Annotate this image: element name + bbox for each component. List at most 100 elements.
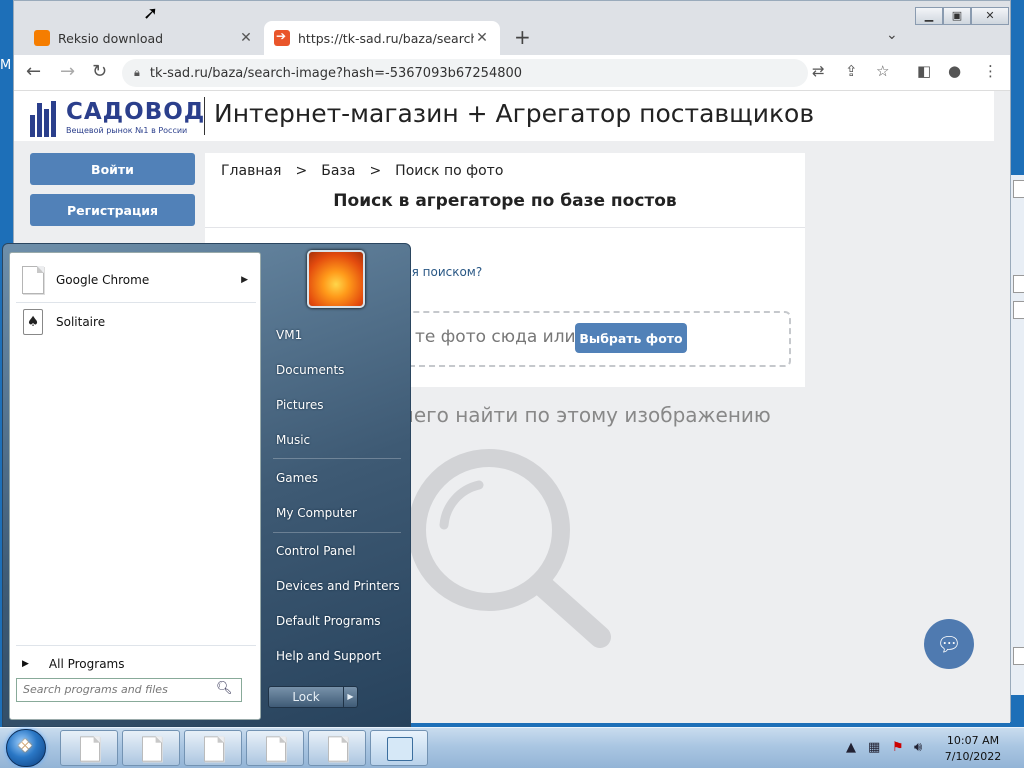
taskbar-button-active[interactable]: [370, 730, 428, 766]
header-divider: [204, 97, 205, 135]
app-window-icon: [387, 737, 413, 761]
breadcrumb-home[interactable]: Главная: [221, 163, 281, 179]
taskbar-clock[interactable]: 10:07 AM 7/10/2022: [938, 733, 1008, 765]
submenu-arrow-icon: ▶: [241, 275, 248, 285]
document-icon: [204, 736, 224, 762]
start-right-documents[interactable]: Documents: [276, 363, 406, 377]
choose-photo-button[interactable]: Выбрать фото: [575, 323, 687, 353]
triangle-right-icon: ▶: [22, 659, 29, 669]
tab-title: Reksio download: [58, 30, 164, 46]
tab-title: https://tk-sad.ru/baza/search-im: [298, 30, 474, 46]
start-right-control-panel[interactable]: Control Panel: [276, 544, 406, 558]
register-button[interactable]: Регистрация: [30, 194, 195, 226]
start-item-solitaire[interactable]: ♠ Solitaire: [14, 303, 258, 341]
lock-icon[interactable]: 🔒︎: [134, 66, 140, 80]
background-window-edge: [1010, 175, 1024, 695]
document-icon: [22, 266, 44, 294]
start-right-my-computer[interactable]: My Computer: [276, 506, 406, 520]
start-right-vm1[interactable]: VM1: [276, 328, 406, 342]
taskbar-button[interactable]: [122, 730, 180, 766]
login-button[interactable]: Войти: [30, 153, 195, 185]
search-icon[interactable]: 🔍︎: [216, 681, 233, 696]
lock-button[interactable]: Lock: [268, 686, 344, 708]
translate-icon[interactable]: ⇄: [812, 62, 825, 80]
mouse-cursor-icon: ➚: [143, 3, 159, 24]
close-window-button[interactable]: ✕: [971, 7, 1009, 25]
close-tab-icon[interactable]: ✕: [238, 30, 254, 46]
site-logo[interactable]: САДОВОД Вещевой рынок №1 в России: [30, 97, 204, 137]
menu-kebab-icon[interactable]: ⋮: [983, 62, 998, 80]
taskbar-button[interactable]: [60, 730, 118, 766]
minimize-button[interactable]: ▁: [915, 7, 943, 25]
tab-strip: Reksio download ✕ https://tk-sad.ru/baza…: [14, 1, 1010, 55]
start-right-default-programs[interactable]: Default Programs: [276, 614, 406, 628]
address-bar[interactable]: 🔒︎ tk-sad.ru/baza/search-image?hash=-536…: [122, 59, 808, 87]
breadcrumb-base[interactable]: База: [321, 163, 355, 179]
background-window-cell: [1013, 275, 1024, 293]
all-programs-button[interactable]: ▶ All Programs: [14, 651, 258, 677]
volume-icon[interactable]: 🔊︎: [914, 740, 922, 755]
chevron-down-icon[interactable]: ⌄: [886, 27, 898, 43]
breadcrumb-separator: >: [295, 163, 308, 179]
start-menu-programs-pane: Google Chrome ▶ ♠ Solitaire ▶ All Progra…: [9, 252, 261, 720]
document-icon: [266, 736, 286, 762]
document-icon: [142, 736, 162, 762]
bookmark-star-icon[interactable]: ☆: [876, 62, 889, 80]
user-picture-avatar[interactable]: [307, 250, 365, 308]
page-title: Поиск в агрегаторе по базе постов: [333, 191, 677, 211]
arrow-favicon-icon: [274, 29, 290, 46]
magnifier-icon: [408, 449, 611, 648]
new-tab-icon[interactable]: +: [514, 25, 531, 49]
dropzone-text: те фото сюда или: [415, 327, 576, 347]
start-menu: Google Chrome ▶ ♠ Solitaire ▶ All Progra…: [2, 243, 411, 727]
forward-icon[interactable]: →: [60, 61, 75, 82]
all-programs-label: All Programs: [48, 657, 125, 671]
site-headline: Интернет-магазин + Агрегатор поставщиков: [214, 99, 815, 128]
tray-overflow-icon[interactable]: ▲: [846, 740, 856, 755]
no-results-text: чего найти по этому изображению: [402, 403, 771, 427]
network-icon[interactable]: ▦: [868, 740, 880, 755]
logo-tagline: Вещевой рынок №1 в России: [66, 126, 188, 135]
site-header: САДОВОД Вещевой рынок №1 в России Интерн…: [14, 91, 994, 141]
share-icon[interactable]: ⇪: [845, 62, 858, 80]
breadcrumb: Главная > База > Поиск по фото: [221, 163, 503, 179]
start-menu-divider: [16, 645, 256, 646]
desktop-edge-text: M: [0, 58, 12, 73]
logo-bars-icon: [30, 101, 62, 137]
start-right-games[interactable]: Games: [276, 471, 406, 485]
start-right-music[interactable]: Music: [276, 433, 406, 447]
tab-search-image[interactable]: https://tk-sad.ru/baza/search-im ✕: [264, 21, 500, 55]
taskbar-button[interactable]: [308, 730, 366, 766]
breadcrumb-current: Поиск по фото: [395, 163, 504, 179]
clock-time: 10:07 AM: [946, 734, 1000, 747]
breadcrumb-separator: >: [369, 163, 382, 179]
start-item-label: Google Chrome: [56, 273, 150, 287]
card-divider: [205, 227, 805, 228]
clock-date: 7/10/2022: [944, 750, 1002, 763]
help-link[interactable]: ся поиском?: [405, 265, 482, 279]
background-window-cell: [1013, 647, 1024, 665]
back-icon[interactable]: ←: [26, 61, 41, 82]
chat-bubble-icon[interactable]: 💬︎: [924, 619, 974, 669]
taskbar-button[interactable]: [184, 730, 242, 766]
start-right-help-support[interactable]: Help and Support: [276, 649, 406, 663]
start-item-label: Solitaire: [56, 315, 106, 329]
document-icon: [328, 736, 348, 762]
start-right-divider: [273, 532, 401, 533]
logo-name: САДОВОД: [66, 99, 206, 125]
side-panel-icon[interactable]: ◧: [917, 62, 931, 80]
start-search-input[interactable]: Search programs and files: [16, 678, 242, 702]
close-tab-icon[interactable]: ✕: [474, 30, 490, 46]
action-center-icon[interactable]: ⚑: [892, 740, 904, 755]
taskbar-button[interactable]: [246, 730, 304, 766]
profile-icon[interactable]: ●: [948, 62, 961, 80]
start-item-google-chrome[interactable]: Google Chrome ▶: [14, 261, 258, 299]
tab-reksio[interactable]: Reksio download ✕: [24, 21, 264, 55]
start-right-pictures[interactable]: Pictures: [276, 398, 406, 412]
reload-icon[interactable]: ↻: [92, 61, 107, 82]
background-window-cell: [1013, 180, 1024, 198]
start-right-devices-printers[interactable]: Devices and Printers: [276, 579, 406, 593]
maximize-button[interactable]: ▣: [943, 7, 971, 25]
shutdown-options-arrow-icon[interactable]: ▶: [344, 686, 358, 708]
start-orb-button[interactable]: [6, 729, 46, 767]
